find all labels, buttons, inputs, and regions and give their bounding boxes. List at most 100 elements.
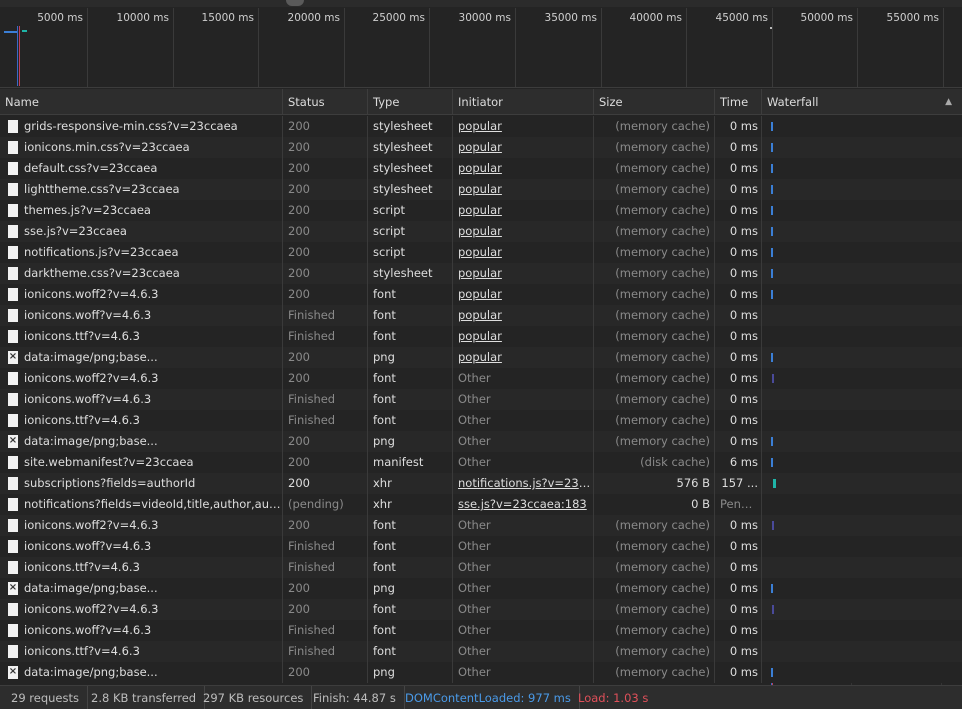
table-row[interactable]: ionicons.woff2?v=4.6.3 200 font Other (memor… xyxy=(0,599,962,620)
request-waterfall[interactable] xyxy=(761,494,962,515)
request-waterfall[interactable] xyxy=(761,326,962,347)
table-row[interactable]: ionicons.min.css?v=23ccaea 200 stylesheet p… xyxy=(0,137,962,158)
request-name[interactable]: subscriptions?fields=authorId xyxy=(0,473,282,494)
table-row[interactable]: ionicons.woff2?v=4.6.3 200 font popular (mem… xyxy=(0,284,962,305)
table-row[interactable]: ionicons.ttf?v=4.6.3 Finished font Other (me… xyxy=(0,557,962,578)
table-row[interactable]: × data:image/png;base... 200 png Other (memor… xyxy=(0,431,962,452)
initiator-link[interactable]: popular xyxy=(452,116,593,137)
initiator-link-text[interactable]: popular xyxy=(458,245,502,259)
initiator-link[interactable]: popular xyxy=(452,200,593,221)
table-row[interactable]: ionicons.ttf?v=4.6.3 Finished font Other (me… xyxy=(0,410,962,431)
request-name[interactable]: notifications.js?v=23ccaea xyxy=(0,242,282,263)
initiator-link-text[interactable]: notifications.js?v=23cc... xyxy=(458,476,593,490)
request-waterfall[interactable] xyxy=(761,221,962,242)
table-row[interactable]: darktheme.css?v=23ccaea 200 stylesheet popu… xyxy=(0,263,962,284)
request-name[interactable]: themes.js?v=23ccaea xyxy=(0,200,282,221)
table-row[interactable]: ionicons.woff2?v=4.6.3 200 font Other (memor… xyxy=(0,368,962,389)
table-row[interactable]: lighttheme.css?v=23ccaea 200 stylesheet pop… xyxy=(0,179,962,200)
initiator-link-text[interactable]: popular xyxy=(458,350,502,364)
request-name[interactable]: × data:image/png;base... xyxy=(0,347,282,368)
column-header-waterfall[interactable]: Waterfall ▲ xyxy=(761,89,962,115)
column-header-status[interactable]: Status xyxy=(282,89,367,115)
initiator-link[interactable]: popular xyxy=(452,137,593,158)
initiator-link-text[interactable]: popular xyxy=(458,308,502,322)
table-row[interactable]: grids-responsive-min.css?v=23ccaea 200 sty… xyxy=(0,116,962,137)
request-waterfall[interactable] xyxy=(761,242,962,263)
request-waterfall[interactable] xyxy=(761,137,962,158)
request-waterfall[interactable] xyxy=(761,116,962,137)
request-waterfall[interactable] xyxy=(761,158,962,179)
request-waterfall[interactable] xyxy=(761,410,962,431)
table-row[interactable]: notifications?fields=videoId,title,autho… xyxy=(0,494,962,515)
initiator-link-text[interactable]: popular xyxy=(458,182,502,196)
request-name[interactable]: ionicons.min.css?v=23ccaea xyxy=(0,137,282,158)
request-name[interactable]: ionicons.ttf?v=4.6.3 xyxy=(0,557,282,578)
request-waterfall[interactable] xyxy=(761,452,962,473)
initiator-link-text[interactable]: popular xyxy=(458,161,502,175)
request-waterfall[interactable] xyxy=(761,620,962,641)
request-name[interactable]: × data:image/png;base... xyxy=(0,662,282,683)
table-row[interactable]: ionicons.ttf?v=4.6.3 Finished font Other (me… xyxy=(0,641,962,662)
table-row[interactable]: ionicons.woff2?v=4.6.3 200 font Other (memor… xyxy=(0,515,962,536)
request-waterfall[interactable] xyxy=(761,641,962,662)
initiator-link[interactable]: popular xyxy=(452,263,593,284)
request-waterfall[interactable] xyxy=(761,515,962,536)
request-name[interactable]: × data:image/png;base... xyxy=(0,431,282,452)
request-waterfall[interactable] xyxy=(761,557,962,578)
request-waterfall[interactable] xyxy=(761,473,962,494)
request-name[interactable]: ionicons.ttf?v=4.6.3 xyxy=(0,326,282,347)
overview-timeline[interactable]: 5000 ms 10000 ms 15000 ms 20000 ms 25000 ms 3… xyxy=(0,0,962,88)
initiator-link-text[interactable]: popular xyxy=(458,140,502,154)
initiator-link[interactable]: popular xyxy=(452,221,593,242)
request-name[interactable]: ionicons.woff2?v=4.6.3 xyxy=(0,284,282,305)
table-row[interactable]: site.webmanifest?v=23ccaea 200 manifest Oth… xyxy=(0,452,962,473)
table-row[interactable]: × data:image/png;base... 200 png Other (memor… xyxy=(0,662,962,683)
request-waterfall[interactable] xyxy=(761,284,962,305)
initiator-link[interactable]: notifications.js?v=23cc... xyxy=(452,473,593,494)
request-name[interactable]: site.webmanifest?v=23ccaea xyxy=(0,452,282,473)
initiator-link-text[interactable]: popular xyxy=(458,224,502,238)
request-name[interactable]: default.css?v=23ccaea xyxy=(0,158,282,179)
initiator-link[interactable]: popular xyxy=(452,158,593,179)
initiator-link-text[interactable]: popular xyxy=(458,203,502,217)
request-name[interactable]: ionicons.woff?v=4.6.3 xyxy=(0,536,282,557)
request-name[interactable]: lighttheme.css?v=23ccaea xyxy=(0,179,282,200)
table-row[interactable]: default.css?v=23ccaea 200 stylesheet popula… xyxy=(0,158,962,179)
initiator-link[interactable]: popular xyxy=(452,284,593,305)
timeline-scroll-strip[interactable] xyxy=(0,0,962,7)
request-waterfall[interactable] xyxy=(761,599,962,620)
triangle-up-icon[interactable]: ▲ xyxy=(945,89,952,115)
initiator-link-text[interactable]: popular xyxy=(458,266,502,280)
column-header-time[interactable]: Time xyxy=(714,89,761,115)
request-waterfall[interactable] xyxy=(761,578,962,599)
initiator-link[interactable]: popular xyxy=(452,326,593,347)
table-row[interactable]: ionicons.ttf?v=4.6.3 Finished font popular (… xyxy=(0,326,962,347)
table-row[interactable]: themes.js?v=23ccaea 200 script popular (memo… xyxy=(0,200,962,221)
request-name[interactable]: ionicons.woff2?v=4.6.3 xyxy=(0,599,282,620)
initiator-link-text[interactable]: sse.js?v=23ccaea:183 xyxy=(458,497,587,511)
column-header-name[interactable]: Name xyxy=(0,89,282,115)
initiator-link-text[interactable]: popular xyxy=(458,329,502,343)
request-waterfall[interactable] xyxy=(761,431,962,452)
request-name[interactable]: ionicons.woff2?v=4.6.3 xyxy=(0,368,282,389)
request-name[interactable]: ionicons.woff2?v=4.6.3 xyxy=(0,515,282,536)
request-name[interactable]: ionicons.ttf?v=4.6.3 xyxy=(0,410,282,431)
request-name[interactable]: darktheme.css?v=23ccaea xyxy=(0,263,282,284)
request-name[interactable]: ionicons.woff?v=4.6.3 xyxy=(0,620,282,641)
request-waterfall[interactable] xyxy=(761,305,962,326)
table-row[interactable]: subscriptions?fields=authorId 200 xhr notif… xyxy=(0,473,962,494)
request-name[interactable]: ionicons.ttf?v=4.6.3 xyxy=(0,641,282,662)
table-row[interactable]: × data:image/png;base... 200 png popular (mem… xyxy=(0,347,962,368)
table-row[interactable]: ionicons.woff?v=4.6.3 Finished font popular… xyxy=(0,305,962,326)
table-row[interactable]: ionicons.woff?v=4.6.3 Finished font Other (m… xyxy=(0,620,962,641)
initiator-link[interactable]: popular xyxy=(452,347,593,368)
table-row[interactable]: ionicons.woff?v=4.6.3 Finished font Other (m… xyxy=(0,389,962,410)
request-waterfall[interactable] xyxy=(761,389,962,410)
request-waterfall[interactable] xyxy=(761,662,962,683)
initiator-link[interactable]: sse.js?v=23ccaea:183 xyxy=(452,494,593,515)
initiator-link[interactable]: popular xyxy=(452,305,593,326)
table-row[interactable]: × data:image/png;base... 200 png Other (memor… xyxy=(0,578,962,599)
initiator-link[interactable]: popular xyxy=(452,179,593,200)
initiator-link-text[interactable]: popular xyxy=(458,287,502,301)
initiator-link-text[interactable]: popular xyxy=(458,119,502,133)
